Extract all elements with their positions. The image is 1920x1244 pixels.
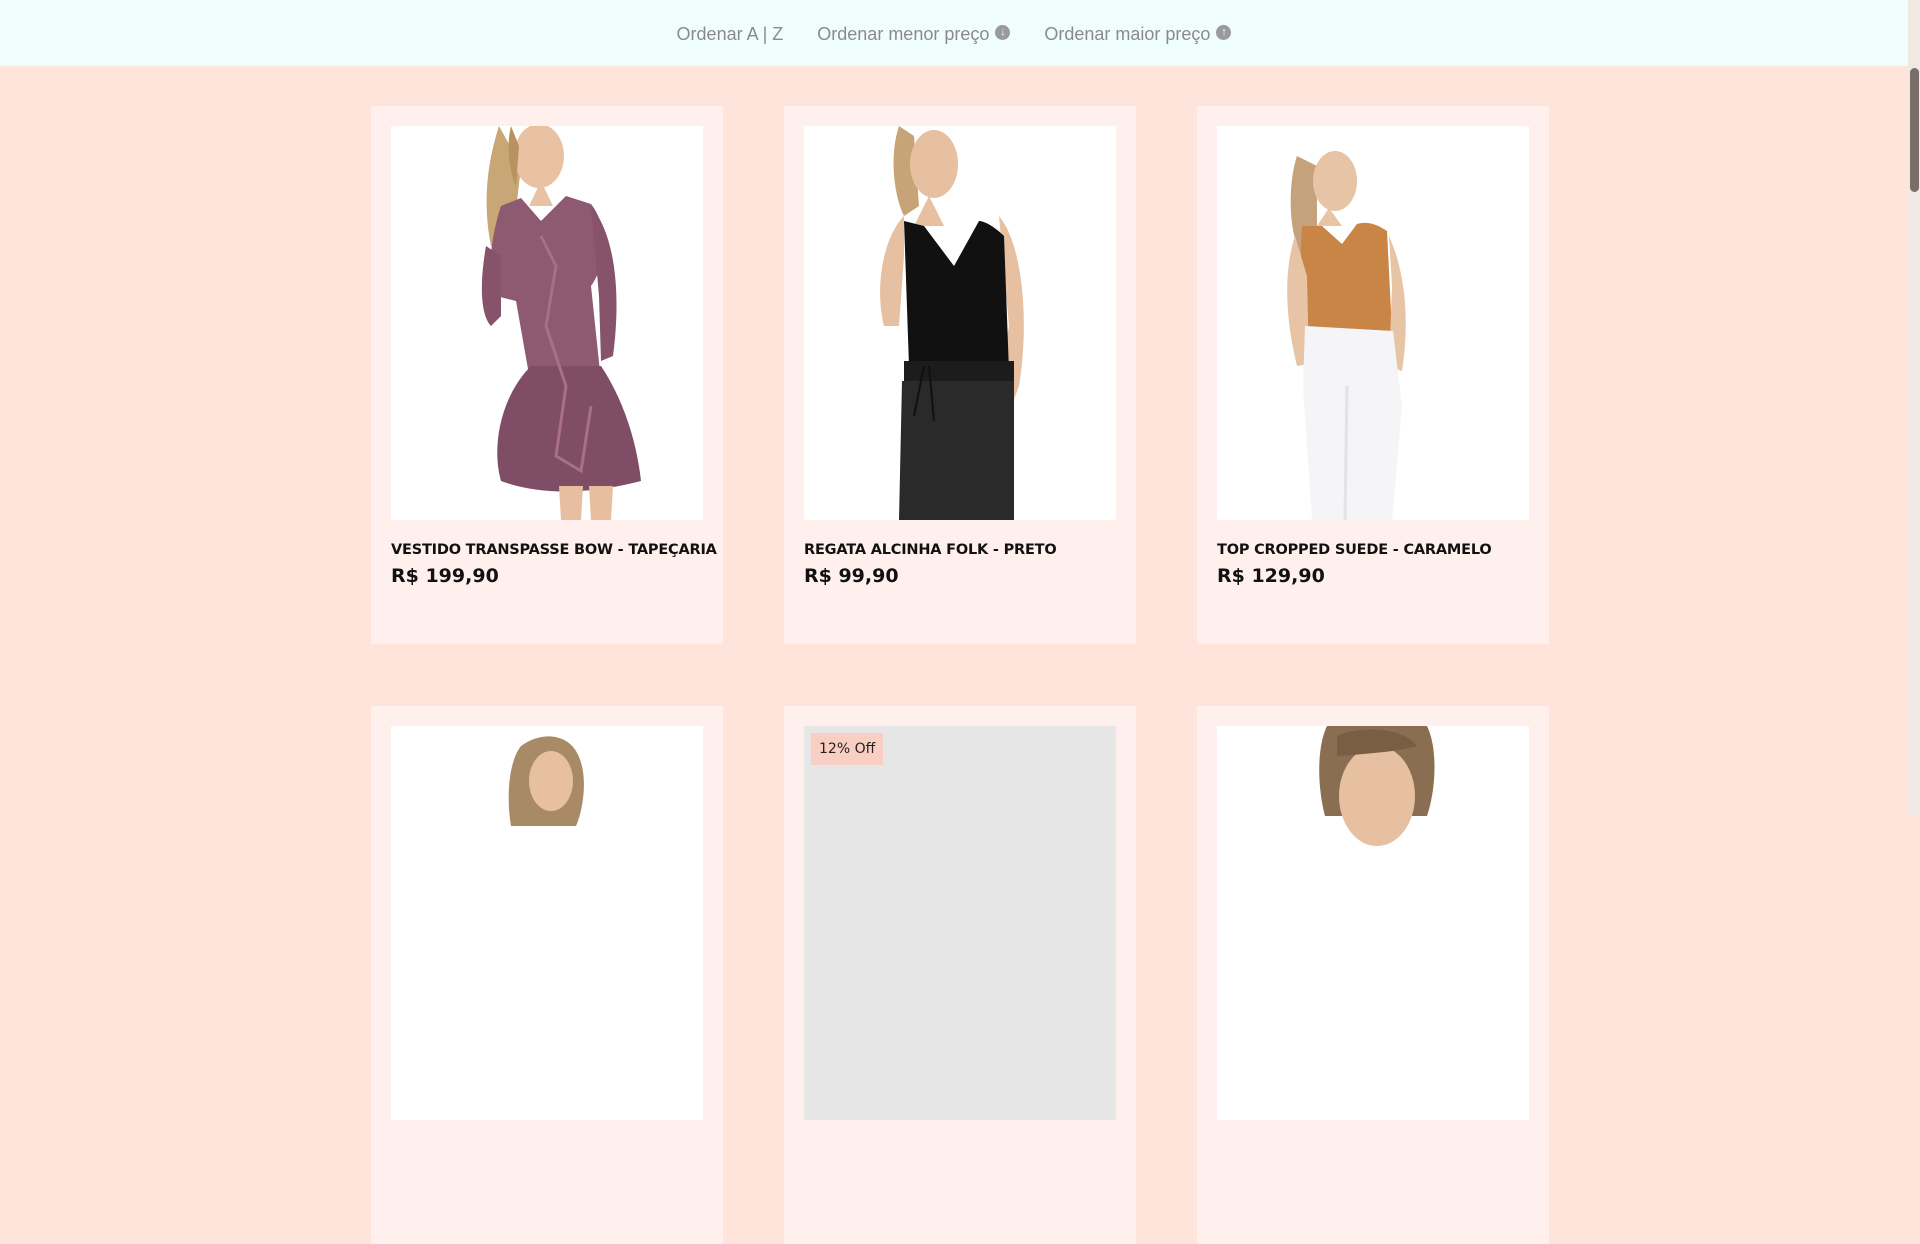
product-price: R$ 199,90 [391,565,499,587]
product-card[interactable]: 12% Off [784,706,1136,1244]
product-name[interactable]: REGATA ALCINHA FOLK - PRETO [804,542,1057,558]
arrow-down-circle-icon: ↓ [995,24,1011,40]
model-in-dress-image [391,126,703,520]
product-image[interactable]: 12% Off [804,726,1116,1120]
model-image [391,726,703,1120]
sort-low-label: Ordenar menor preço [817,23,990,44]
product-image[interactable] [391,126,703,520]
product-image[interactable] [804,126,1116,520]
product-image[interactable] [1217,726,1529,1120]
model-in-black-tank-image [804,126,1116,520]
sort-az-link[interactable]: Ordenar A | Z [677,24,784,45]
product-name[interactable]: TOP CROPPED SUEDE - CARAMELO [1217,542,1492,558]
scrollbar-track[interactable] [1908,0,1920,815]
sort-az-label: Ordenar A | Z [676,23,784,44]
product-card[interactable] [371,706,723,1244]
sort-high-label: Ordenar maior preço [1044,23,1211,44]
scrollbar-thumb[interactable] [1910,68,1919,192]
product-price: R$ 99,90 [804,565,899,587]
product-card[interactable] [1197,706,1549,1244]
sort-high-price-link[interactable]: Ordenar maior preço ↑ [1044,23,1232,45]
arrow-up-circle-icon: ↑ [1216,24,1232,40]
product-card[interactable]: VESTIDO TRANSPASSE BOW - TAPEÇARIA R$ 19… [371,106,723,644]
product-price: R$ 129,90 [1217,565,1325,587]
product-card[interactable]: REGATA ALCINHA FOLK - PRETO R$ 99,90 [784,106,1136,644]
sort-low-price-link[interactable]: Ordenar menor preço ↓ [817,23,1011,45]
product-name[interactable]: VESTIDO TRANSPASSE BOW - TAPEÇARIA [391,542,717,558]
product-image[interactable] [1217,126,1529,520]
model-image [1217,726,1529,1120]
sort-bar: Ordenar A | Z Ordenar menor preço ↓ Orde… [0,0,1908,66]
product-image[interactable] [391,726,703,1120]
product-card[interactable]: TOP CROPPED SUEDE - CARAMELO R$ 129,90 [1197,106,1549,644]
model-in-caramel-top-image [1217,126,1529,520]
discount-badge: 12% Off [811,733,884,765]
